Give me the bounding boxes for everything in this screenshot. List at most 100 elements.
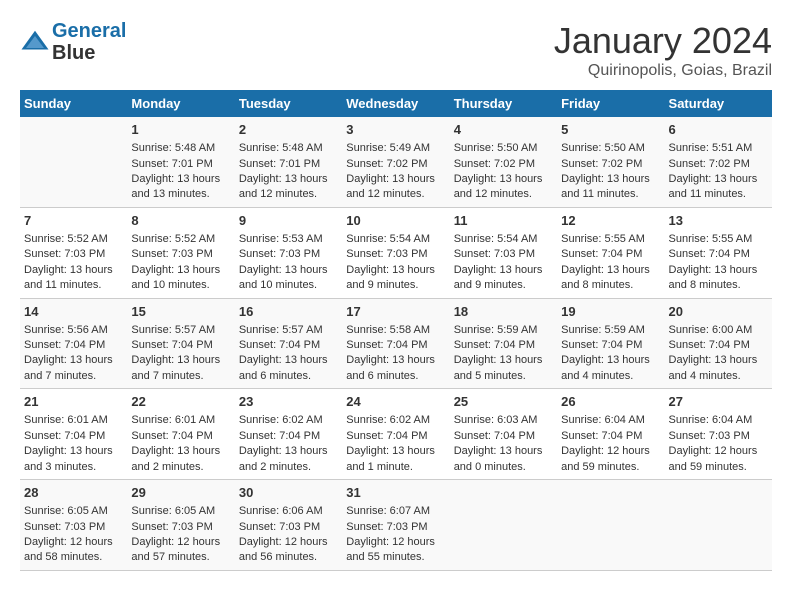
calendar-cell: 7 Sunrise: 5:52 AM Sunset: 7:03 PM Daylig… xyxy=(20,207,127,298)
calendar-cell: 13 Sunrise: 5:55 AM Sunset: 7:04 PM Dayli… xyxy=(665,207,772,298)
day-number: 21 xyxy=(24,393,123,411)
day-info: Sunrise: 5:50 AM Sunset: 7:02 PM Dayligh… xyxy=(561,141,660,203)
day-info: Sunrise: 5:57 AM Sunset: 7:04 PM Dayligh… xyxy=(239,323,338,385)
day-info: Sunrise: 5:55 AM Sunset: 7:04 PM Dayligh… xyxy=(669,232,768,294)
day-number: 2 xyxy=(239,121,338,139)
day-info: Sunrise: 5:53 AM Sunset: 7:03 PM Dayligh… xyxy=(239,232,338,294)
calendar-cell: 29Sunrise: 6:05 AM Sunset: 7:03 PM Dayli… xyxy=(127,480,234,571)
day-info: Sunrise: 6:07 AM Sunset: 7:03 PM Dayligh… xyxy=(346,504,445,566)
day-info: Sunrise: 5:58 AM Sunset: 7:04 PM Dayligh… xyxy=(346,323,445,385)
calendar-cell: 9 Sunrise: 5:53 AM Sunset: 7:03 PM Daylig… xyxy=(235,207,342,298)
day-number: 1 xyxy=(131,121,230,139)
day-number: 26 xyxy=(561,393,660,411)
day-number: 7 xyxy=(24,212,123,230)
calendar-cell xyxy=(450,480,557,571)
week-row-1: 1 Sunrise: 5:48 AM Sunset: 7:01 PM Daylig… xyxy=(20,117,772,207)
day-number: 24 xyxy=(346,393,445,411)
day-number: 25 xyxy=(454,393,553,411)
day-number: 15 xyxy=(131,303,230,321)
calendar-cell: 8Sunrise: 5:52 AM Sunset: 7:03 PM Daylig… xyxy=(127,207,234,298)
calendar-cell: 27 Sunrise: 6:04 AM Sunset: 7:03 PM Dayli… xyxy=(665,389,772,480)
day-number: 17 xyxy=(346,303,445,321)
day-info: Sunrise: 6:04 AM Sunset: 7:03 PM Dayligh… xyxy=(669,413,768,475)
calendar-cell: 23 Sunrise: 6:02 AM Sunset: 7:04 PM Dayli… xyxy=(235,389,342,480)
day-number: 20 xyxy=(669,303,768,321)
weekday-header-monday: Monday xyxy=(127,90,234,117)
day-info: Sunrise: 5:55 AM Sunset: 7:04 PM Dayligh… xyxy=(561,232,660,294)
day-number: 18 xyxy=(454,303,553,321)
page-header: General Blue January 2024 Quirinopolis, … xyxy=(20,20,772,80)
weekday-header-saturday: Saturday xyxy=(665,90,772,117)
calendar-cell: 16 Sunrise: 5:57 AM Sunset: 7:04 PM Dayli… xyxy=(235,298,342,389)
calendar-cell: 31 Sunrise: 6:07 AM Sunset: 7:03 PM Dayli… xyxy=(342,480,449,571)
day-number: 16 xyxy=(239,303,338,321)
calendar-cell: 17 Sunrise: 5:58 AM Sunset: 7:04 PM Dayli… xyxy=(342,298,449,389)
day-number: 28 xyxy=(24,484,123,502)
calendar-cell: 2 Sunrise: 5:48 AM Sunset: 7:01 PM Daylig… xyxy=(235,117,342,207)
calendar-cell: 28 Sunrise: 6:05 AM Sunset: 7:03 PM Dayli… xyxy=(20,480,127,571)
day-info: Sunrise: 6:06 AM Sunset: 7:03 PM Dayligh… xyxy=(239,504,338,566)
day-number: 27 xyxy=(669,393,768,411)
calendar-cell: 25 Sunrise: 6:03 AM Sunset: 7:04 PM Dayli… xyxy=(450,389,557,480)
calendar-cell: 21 Sunrise: 6:01 AM Sunset: 7:04 PM Dayli… xyxy=(20,389,127,480)
calendar-cell xyxy=(557,480,664,571)
day-number: 22 xyxy=(131,393,230,411)
day-number: 3 xyxy=(346,121,445,139)
day-info: Sunrise: 5:52 AM Sunset: 7:03 PM Dayligh… xyxy=(131,232,230,294)
day-number: 10 xyxy=(346,212,445,230)
day-number: 11 xyxy=(454,212,553,230)
weekday-header-tuesday: Tuesday xyxy=(235,90,342,117)
day-info: Sunrise: 6:05 AM Sunset: 7:03 PM Dayligh… xyxy=(131,504,230,566)
day-number: 30 xyxy=(239,484,338,502)
day-number: 31 xyxy=(346,484,445,502)
calendar-cell: 1 Sunrise: 5:48 AM Sunset: 7:01 PM Daylig… xyxy=(127,117,234,207)
day-info: Sunrise: 5:50 AM Sunset: 7:02 PM Dayligh… xyxy=(454,141,553,203)
day-info: Sunrise: 5:59 AM Sunset: 7:04 PM Dayligh… xyxy=(454,323,553,385)
day-info: Sunrise: 5:48 AM Sunset: 7:01 PM Dayligh… xyxy=(131,141,230,203)
day-number: 5 xyxy=(561,121,660,139)
calendar-cell: 5 Sunrise: 5:50 AM Sunset: 7:02 PM Daylig… xyxy=(557,117,664,207)
day-number: 13 xyxy=(669,212,768,230)
calendar-cell: 18 Sunrise: 5:59 AM Sunset: 7:04 PM Dayli… xyxy=(450,298,557,389)
day-number: 23 xyxy=(239,393,338,411)
calendar-cell: 3Sunrise: 5:49 AM Sunset: 7:02 PM Daylig… xyxy=(342,117,449,207)
calendar-cell: 26Sunrise: 6:04 AM Sunset: 7:04 PM Dayli… xyxy=(557,389,664,480)
calendar-cell: 10 Sunrise: 5:54 AM Sunset: 7:03 PM Dayli… xyxy=(342,207,449,298)
calendar-cell xyxy=(665,480,772,571)
day-info: Sunrise: 6:01 AM Sunset: 7:04 PM Dayligh… xyxy=(131,413,230,475)
day-number: 19 xyxy=(561,303,660,321)
week-row-3: 14 Sunrise: 5:56 AM Sunset: 7:04 PM Dayli… xyxy=(20,298,772,389)
logo: General Blue xyxy=(20,20,126,64)
weekday-header-row: SundayMondayTuesdayWednesdayThursdayFrid… xyxy=(20,90,772,117)
day-number: 14 xyxy=(24,303,123,321)
logo-icon xyxy=(20,27,50,57)
calendar-cell: 20Sunrise: 6:00 AM Sunset: 7:04 PM Dayli… xyxy=(665,298,772,389)
day-info: Sunrise: 6:03 AM Sunset: 7:04 PM Dayligh… xyxy=(454,413,553,475)
day-info: Sunrise: 6:02 AM Sunset: 7:04 PM Dayligh… xyxy=(346,413,445,475)
title-block: January 2024 Quirinopolis, Goias, Brazil xyxy=(554,20,772,80)
week-row-5: 28 Sunrise: 6:05 AM Sunset: 7:03 PM Dayli… xyxy=(20,480,772,571)
calendar-cell: 14 Sunrise: 5:56 AM Sunset: 7:04 PM Dayli… xyxy=(20,298,127,389)
calendar-cell: 22 Sunrise: 6:01 AM Sunset: 7:04 PM Dayli… xyxy=(127,389,234,480)
day-info: Sunrise: 5:54 AM Sunset: 7:03 PM Dayligh… xyxy=(346,232,445,294)
logo-text: General Blue xyxy=(52,20,126,64)
day-info: Sunrise: 6:01 AM Sunset: 7:04 PM Dayligh… xyxy=(24,413,123,475)
calendar-table: SundayMondayTuesdayWednesdayThursdayFrid… xyxy=(20,90,772,571)
weekday-header-wednesday: Wednesday xyxy=(342,90,449,117)
week-row-4: 21 Sunrise: 6:01 AM Sunset: 7:04 PM Dayli… xyxy=(20,389,772,480)
day-info: Sunrise: 5:52 AM Sunset: 7:03 PM Dayligh… xyxy=(24,232,123,294)
day-number: 9 xyxy=(239,212,338,230)
day-info: Sunrise: 6:02 AM Sunset: 7:04 PM Dayligh… xyxy=(239,413,338,475)
logo-line2: Blue xyxy=(52,42,126,64)
day-info: Sunrise: 5:56 AM Sunset: 7:04 PM Dayligh… xyxy=(24,323,123,385)
week-row-2: 7 Sunrise: 5:52 AM Sunset: 7:03 PM Daylig… xyxy=(20,207,772,298)
month-title: January 2024 xyxy=(554,20,772,62)
calendar-cell: 4Sunrise: 5:50 AM Sunset: 7:02 PM Daylig… xyxy=(450,117,557,207)
day-number: 6 xyxy=(669,121,768,139)
day-info: Sunrise: 5:54 AM Sunset: 7:03 PM Dayligh… xyxy=(454,232,553,294)
calendar-cell xyxy=(20,117,127,207)
day-info: Sunrise: 6:05 AM Sunset: 7:03 PM Dayligh… xyxy=(24,504,123,566)
calendar-cell: 24 Sunrise: 6:02 AM Sunset: 7:04 PM Dayli… xyxy=(342,389,449,480)
logo-line1: General xyxy=(52,20,126,42)
day-info: Sunrise: 5:48 AM Sunset: 7:01 PM Dayligh… xyxy=(239,141,338,203)
